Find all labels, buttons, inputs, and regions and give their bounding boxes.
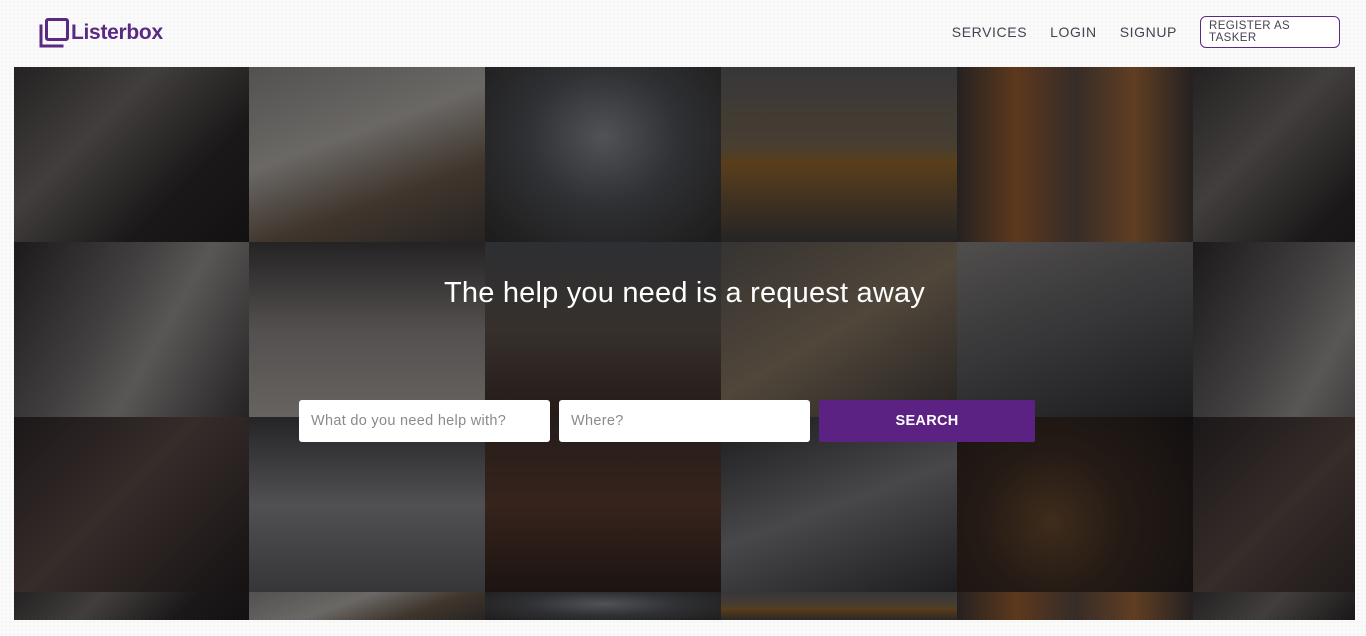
service-search-input[interactable] — [299, 400, 550, 442]
top-header: Listerbox SERVICES LOGIN SIGNUP REGISTER… — [0, 0, 1366, 66]
hero-title: The help you need is a request away — [444, 277, 925, 309]
stacked-squares-logo-icon — [38, 17, 70, 49]
register-as-tasker-button[interactable]: REGISTER AS TASKER — [1200, 16, 1340, 48]
logo-text: Listerbox — [71, 21, 163, 44]
nav-services-link[interactable]: SERVICES — [952, 24, 1027, 40]
main-nav: SERVICES LOGIN SIGNUP REGISTER AS TASKER — [952, 15, 1340, 49]
search-button[interactable]: SEARCH — [819, 400, 1035, 442]
hero-dark-overlay — [14, 67, 1355, 620]
search-bar: SEARCH — [299, 400, 1035, 442]
hero-banner: The help you need is a request away SEAR… — [14, 67, 1355, 620]
logo[interactable]: Listerbox — [38, 17, 163, 49]
nav-login-link[interactable]: LOGIN — [1050, 24, 1097, 40]
nav-signup-link[interactable]: SIGNUP — [1120, 24, 1177, 40]
location-search-input[interactable] — [559, 400, 810, 442]
page: Listerbox SERVICES LOGIN SIGNUP REGISTER… — [0, 0, 1366, 636]
